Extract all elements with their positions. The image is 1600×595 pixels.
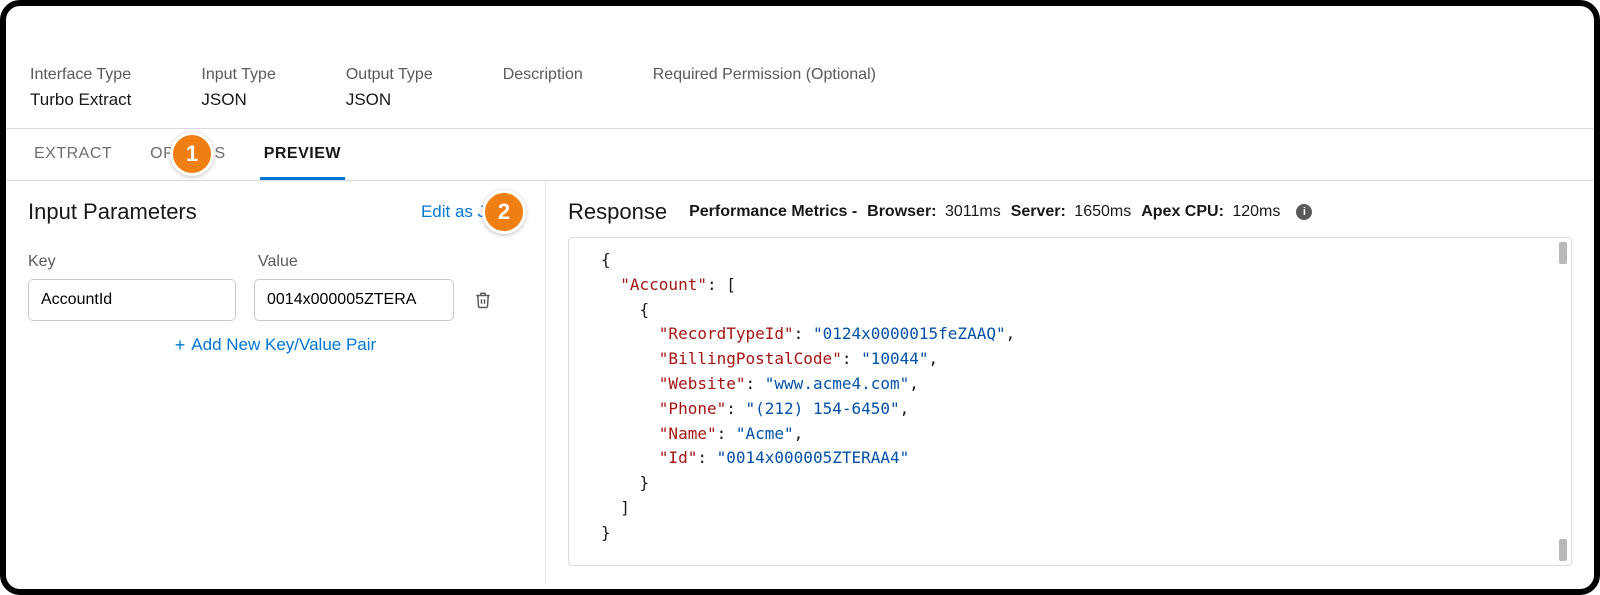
plus-icon: + xyxy=(175,336,186,354)
tab-extract[interactable]: EXTRACT xyxy=(30,129,116,180)
tab-options[interactable]: OPTIONS xyxy=(146,129,230,180)
info-icon[interactable]: i xyxy=(1296,204,1312,220)
tab-preview[interactable]: PREVIEW xyxy=(260,129,345,180)
value-column-header: Value xyxy=(258,253,523,271)
summary-label: Output Type xyxy=(346,66,433,84)
metric-cpu-label: Apex CPU: xyxy=(1141,203,1224,221)
summary-required-permission: Required Permission (Optional) xyxy=(653,66,876,110)
input-parameters-panel: Input Parameters Edit as JSON Key Value … xyxy=(6,181,546,584)
add-kv-pair-label: Add New Key/Value Pair xyxy=(191,335,376,355)
summary-label: Input Type xyxy=(201,66,275,84)
summary-value: JSON xyxy=(201,90,275,110)
param-value-input[interactable] xyxy=(254,279,454,321)
summary-row: Interface Type Turbo Extract Input Type … xyxy=(6,6,1594,129)
metric-server-label: Server: xyxy=(1011,203,1066,221)
add-kv-pair-link[interactable]: + Add New Key/Value Pair xyxy=(175,335,376,355)
response-panel: Response Performance Metrics - Browser: … xyxy=(546,181,1594,584)
metric-browser-label: Browser: xyxy=(867,203,936,221)
input-parameters-title: Input Parameters xyxy=(28,199,197,225)
edit-as-json-link[interactable]: Edit as JSON xyxy=(421,202,523,222)
tab-bar: EXTRACT OPTIONS PREVIEW xyxy=(6,129,1594,181)
scrollbar-thumb[interactable] xyxy=(1559,242,1567,264)
response-title: Response xyxy=(568,199,667,225)
metrics-label: Performance Metrics - xyxy=(689,203,857,221)
summary-input-type: Input Type JSON xyxy=(201,66,275,110)
summary-value: JSON xyxy=(346,90,433,110)
summary-value: Turbo Extract xyxy=(30,90,131,110)
summary-interface-type: Interface Type Turbo Extract xyxy=(30,66,131,110)
summary-label: Description xyxy=(503,66,583,84)
scrollbar-thumb[interactable] xyxy=(1559,539,1567,561)
performance-metrics: Performance Metrics - Browser: 3011ms Se… xyxy=(689,203,1312,221)
param-key-input[interactable] xyxy=(28,279,236,321)
summary-label: Interface Type xyxy=(30,66,131,84)
summary-output-type: Output Type JSON xyxy=(346,66,433,110)
metric-cpu-value: 120ms xyxy=(1232,203,1280,221)
metric-server-value: 1650ms xyxy=(1074,203,1131,221)
summary-label: Required Permission (Optional) xyxy=(653,66,876,84)
summary-description: Description xyxy=(503,66,583,110)
delete-row-icon[interactable] xyxy=(472,289,494,311)
param-row xyxy=(28,279,523,321)
metric-browser-value: 3011ms xyxy=(945,203,1001,221)
response-json-viewer[interactable]: { "Account": [ { "RecordTypeId": "0124x0… xyxy=(568,237,1572,566)
key-column-header: Key xyxy=(28,253,258,271)
